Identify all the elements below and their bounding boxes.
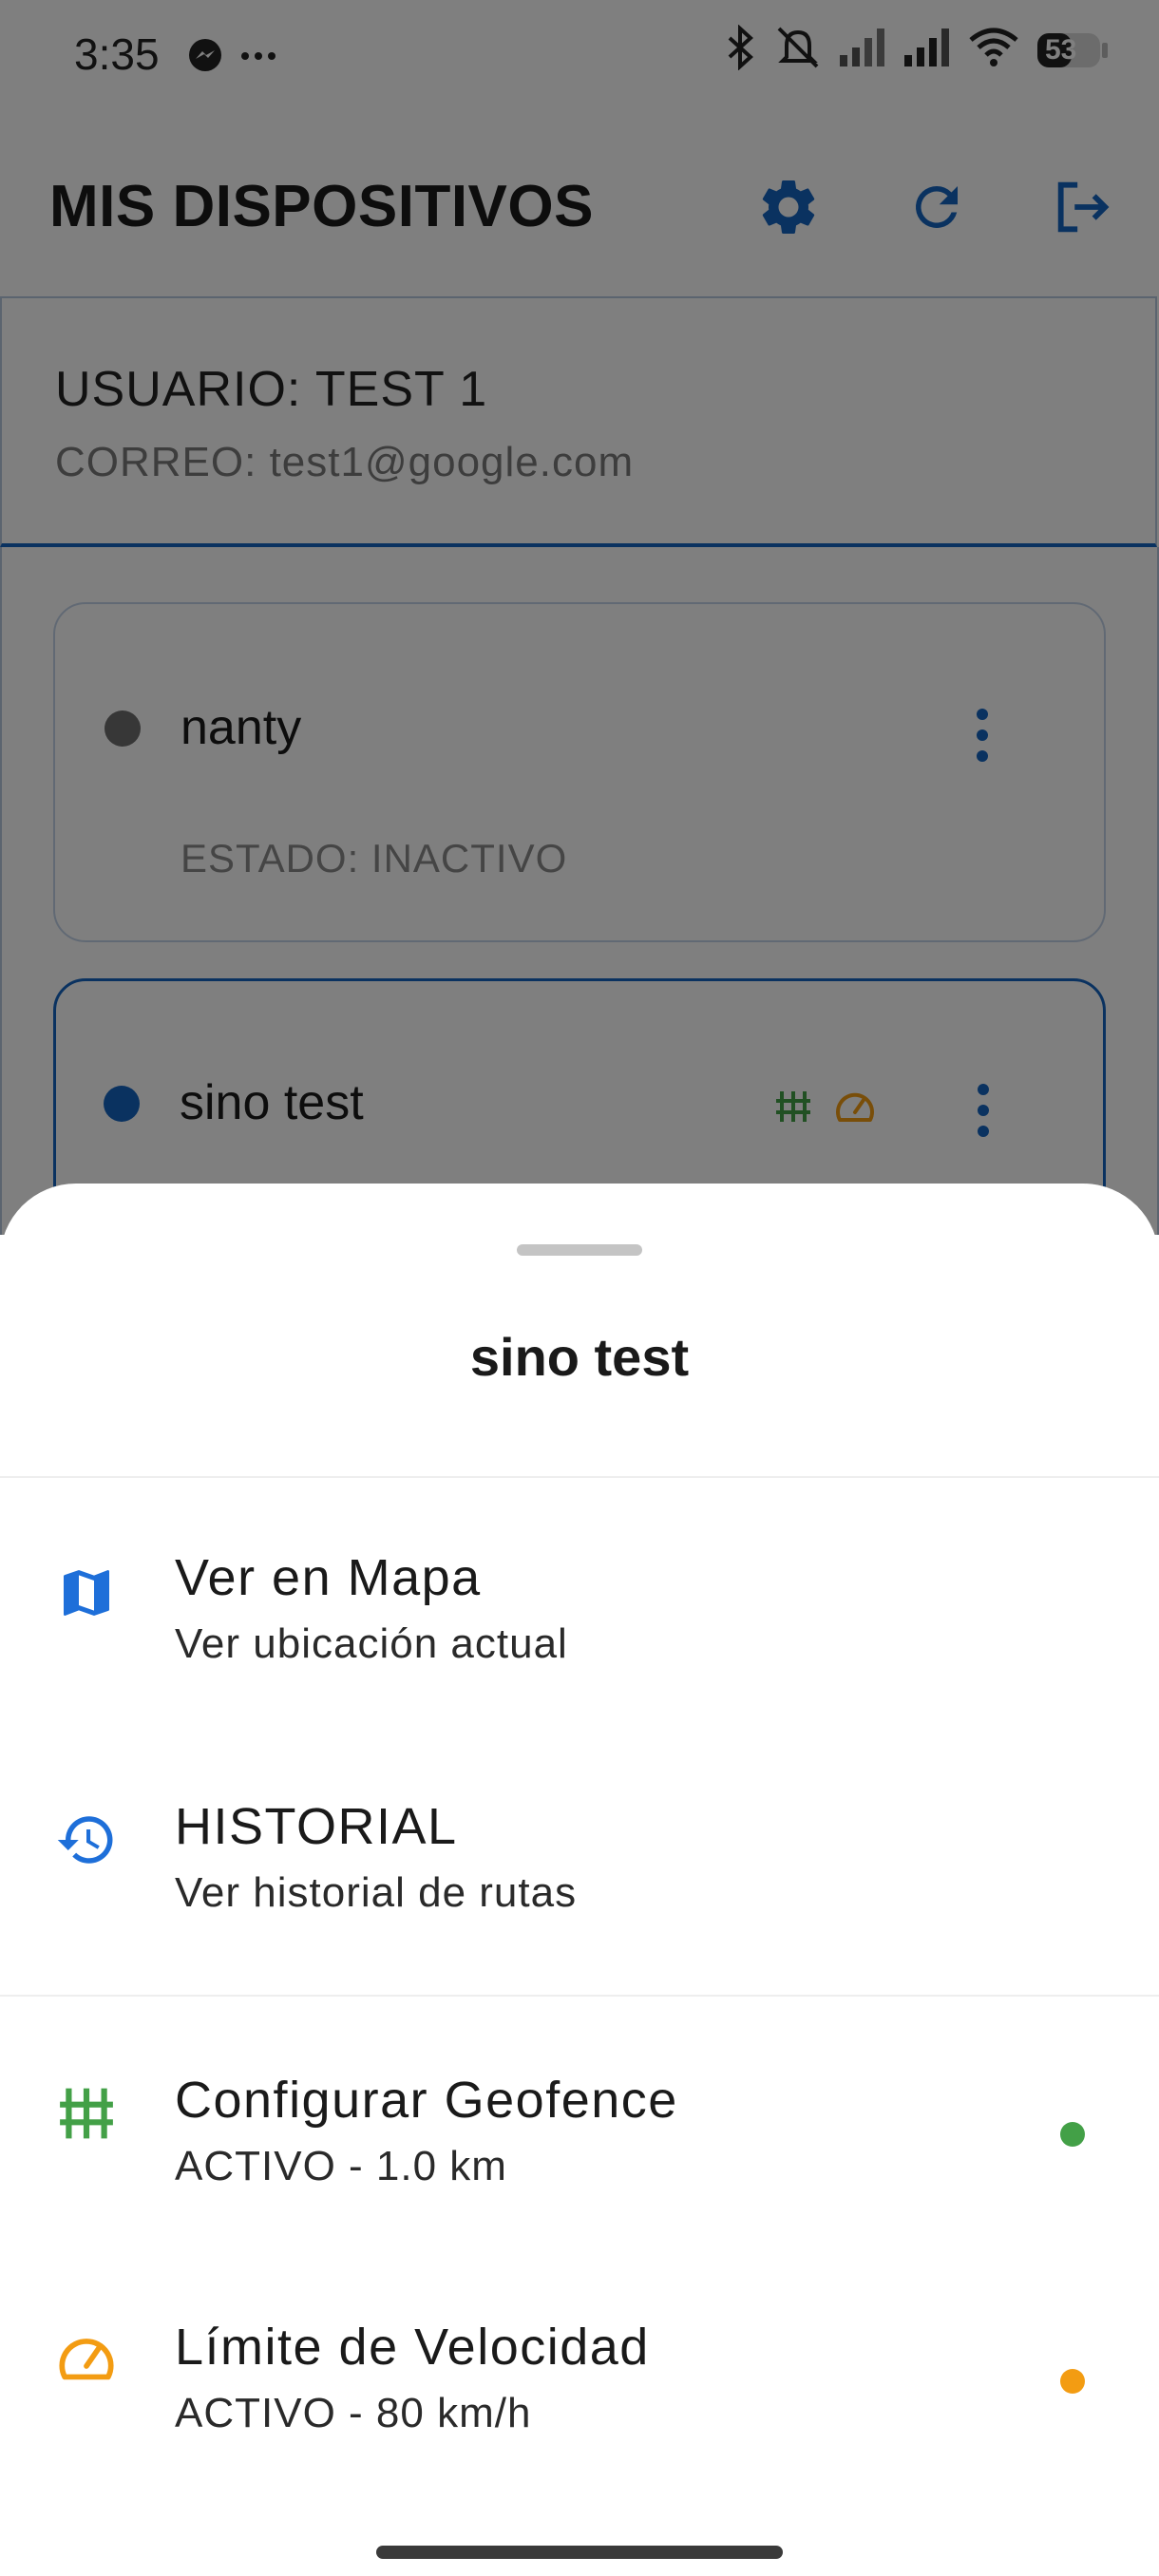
sheet-drag-handle[interactable] — [517, 1244, 642, 1256]
menu-item-title: Límite de Velocidad — [175, 2319, 650, 2376]
menu-item-subtitle: ACTIVO - 1.0 km — [175, 2143, 507, 2189]
divider — [0, 1995, 1159, 1997]
map-icon — [53, 1560, 120, 1626]
history-icon — [53, 1807, 120, 1873]
speedometer-icon — [53, 2323, 120, 2390]
divider — [0, 1476, 1159, 1478]
status-dot — [1060, 2122, 1085, 2147]
menu-item-title: Configurar Geofence — [175, 2072, 678, 2129]
status-dot — [1060, 2369, 1085, 2394]
menu-item-subtitle: ACTIVO - 80 km/h — [175, 2390, 532, 2436]
device-list-screen: 3:35 53 — [0, 0, 1159, 1358]
menu-item-subtitle: Ver ubicación actual — [175, 1620, 568, 1667]
menu-item-limite-de-velocidad[interactable]: Límite de Velocidad ACTIVO - 80 km/h — [0, 2264, 1159, 2492]
menu-item-title: Ver en Mapa — [175, 1549, 482, 1606]
menu-item-configurar-geofence[interactable]: Configurar Geofence ACTIVO - 1.0 km — [0, 2017, 1159, 2245]
gesture-nav-bar[interactable] — [376, 2546, 783, 2559]
menu-item-ver-en-mapa[interactable]: Ver en Mapa Ver ubicación actual — [0, 1501, 1159, 1729]
menu-item-subtitle: Ver historial de rutas — [175, 1869, 578, 1916]
menu-item-title: HISTORIAL — [175, 1798, 458, 1855]
menu-item-historial[interactable]: HISTORIAL Ver historial de rutas — [0, 1748, 1159, 1976]
fence-icon — [53, 2080, 120, 2147]
modal-scrim[interactable] — [0, 0, 1159, 1235]
sheet-title: sino test — [469, 1327, 690, 1387]
